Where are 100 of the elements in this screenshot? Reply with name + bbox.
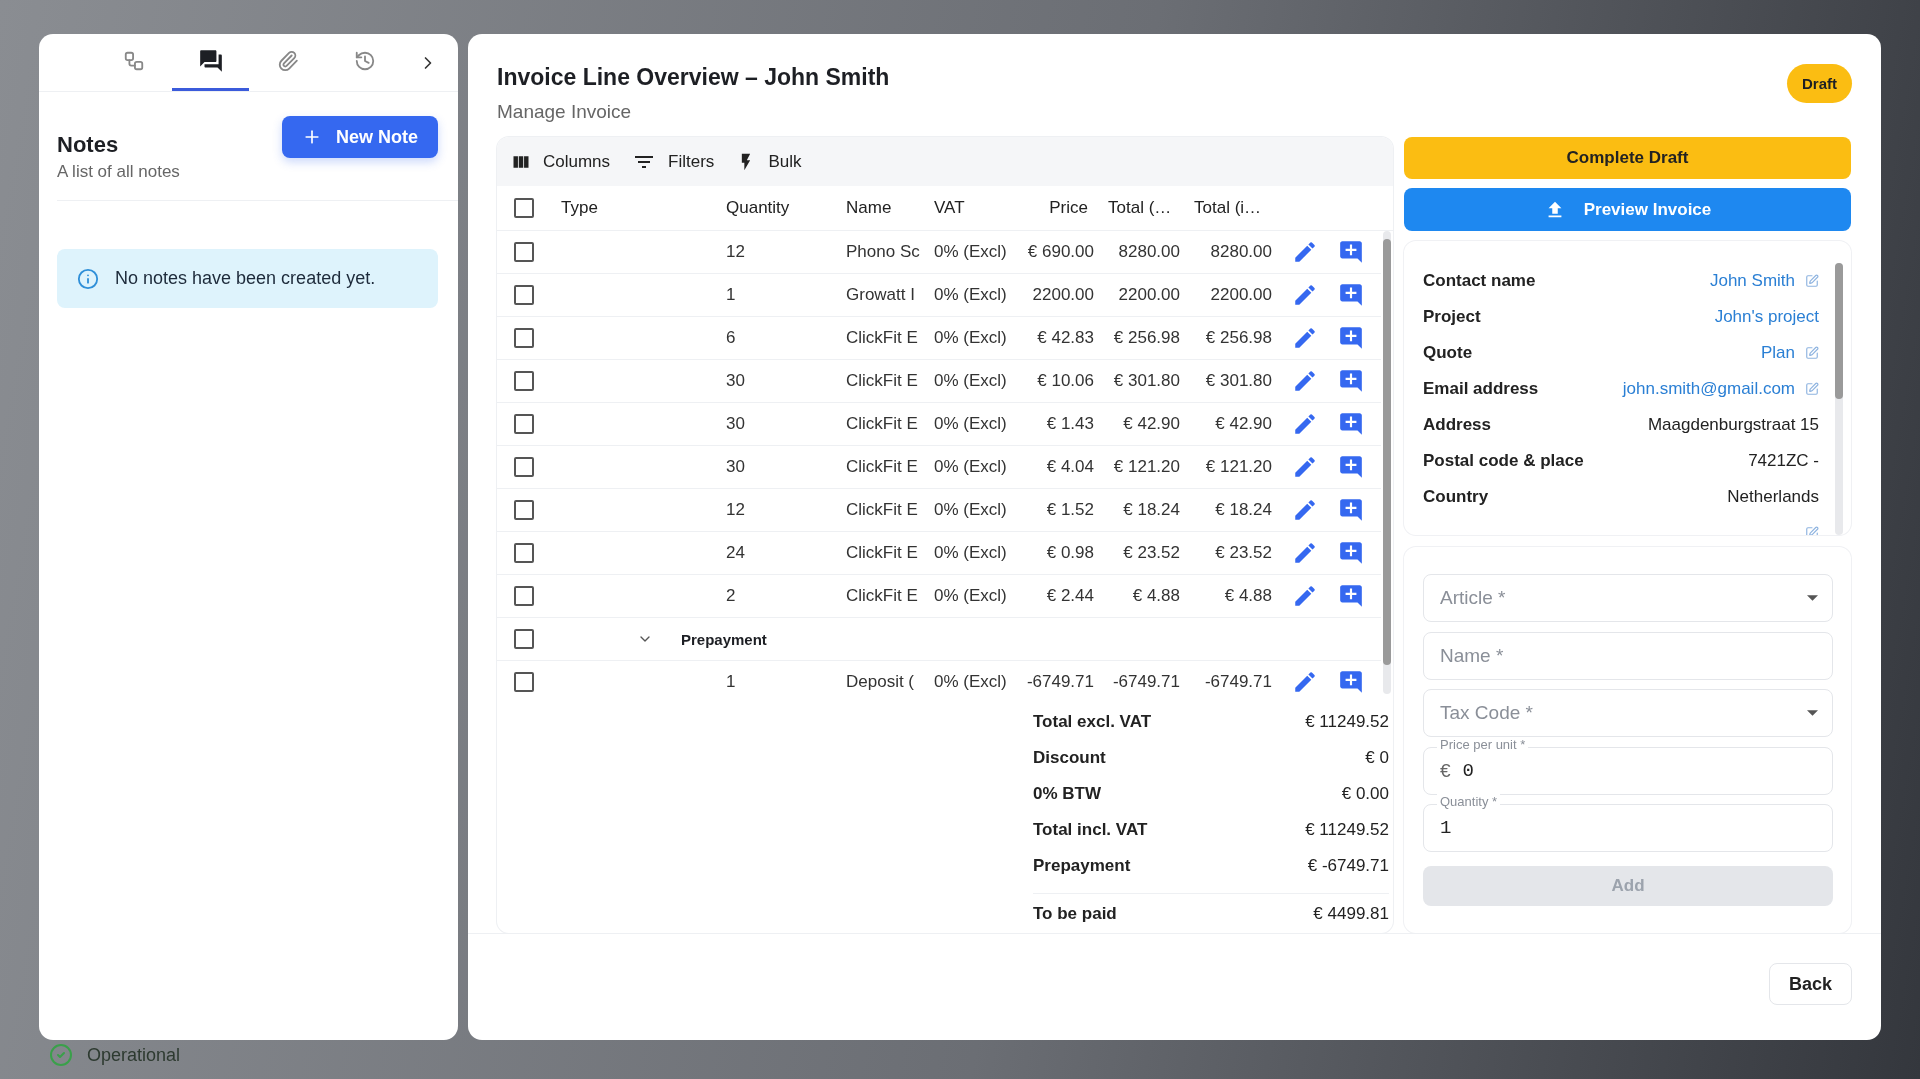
detail-value: 7421ZC - [1748,451,1819,471]
toolbar-button[interactable]: Filters [632,149,715,174]
table-cell-text: € 0.98 [1045,543,1095,563]
add-comment-button[interactable] [1338,282,1364,308]
table-cell-text: € 301.80 [1112,371,1181,391]
new-note-button[interactable]: New Note [282,116,438,158]
total-value: € 11249.52 [1305,820,1389,840]
scrollbar[interactable] [1383,231,1391,694]
edit-button[interactable] [1292,368,1318,394]
pencil-icon [1292,282,1318,308]
table-cell-text: ClickFit E [845,414,919,434]
add-comment-icon [1338,282,1364,308]
detail-label: Email address [1423,379,1539,399]
add-comment-button[interactable] [1338,454,1364,480]
table-cell-text: 30 [725,457,746,477]
row-checkbox[interactable] [514,586,534,606]
row-checkbox[interactable] [514,629,534,649]
select-all-checkbox[interactable] [514,198,534,218]
table-cell-text: 1 [725,672,737,692]
column-header[interactable]: Name [836,198,924,218]
status-text: Operational [87,1044,181,1066]
table-cell-text: 0% (Excl) [933,414,1008,434]
add-comment-button[interactable] [1338,239,1364,265]
column-header[interactable]: Total (i… [1184,198,1276,218]
add-comment-button[interactable] [1338,583,1364,609]
table-cell-text: 0% (Excl) [933,457,1008,477]
edit-button[interactable] [1292,454,1318,480]
paperclip-icon [276,50,299,72]
chat-icon [197,48,224,74]
column-header[interactable]: Quantity [716,198,836,218]
edit-button[interactable] [1292,497,1318,523]
column-header[interactable]: Type [551,198,716,218]
table-cell-text: € 42.83 [1036,328,1095,348]
add-comment-button[interactable] [1338,497,1364,523]
edit-button[interactable] [1292,540,1318,566]
row-checkbox[interactable] [514,285,534,305]
add-comment-button[interactable] [1338,411,1364,437]
table-cell-text: 30 [725,371,746,391]
alert-text: No notes have been created yet. [115,268,376,289]
edit-button[interactable] [1292,282,1318,308]
table-cell-text: 8280.00 [1209,242,1273,262]
pencil-icon [1292,583,1318,609]
table-cell-text: 24 [725,543,746,563]
column-header[interactable]: VAT [924,198,1016,218]
toolbar-button[interactable]: Columns [511,151,611,172]
table-cell-text: € 4.04 [1045,457,1095,477]
edit-button[interactable] [1292,239,1318,265]
toolbar-button[interactable]: Bulk [736,151,802,172]
add-comment-button[interactable] [1338,669,1364,694]
table-cell-text: 0% (Excl) [933,672,1008,692]
table-cell-text: € 18.24 [1122,500,1181,520]
table-cell-text: 2 [725,586,737,606]
table-cell-text: ClickFit E [845,371,919,391]
detail-label: Address [1423,415,1492,435]
row-checkbox[interactable] [514,414,534,434]
table-cell-text: € 1.43 [1045,414,1095,434]
detail-link[interactable]: John's project [1714,307,1819,327]
row-checkbox[interactable] [514,672,534,692]
table-cell-text: € 121.20 [1112,457,1181,477]
preview-invoice-button[interactable]: Preview Invoice [1404,188,1851,231]
edit-button[interactable] [1292,325,1318,351]
row-checkbox[interactable] [514,500,534,520]
table-cell-text: 0% (Excl) [933,285,1008,305]
group-label: Prepayment [681,630,767,648]
table-cell-text: ClickFit E [845,586,919,606]
detail-label: Quote [1423,343,1473,363]
detail-link[interactable]: Plan [1760,343,1795,363]
scrollbar[interactable] [1835,263,1843,535]
row-checkbox[interactable] [514,328,534,348]
row-checkbox[interactable] [514,543,534,563]
total-label: 0% BTW [1033,784,1101,804]
back-button[interactable]: Back [1768,963,1852,1005]
table-cell-text: 0% (Excl) [933,500,1008,520]
table-cell-text: € 1.52 [1045,500,1095,520]
table-cell-text: € 121.20 [1204,457,1273,477]
complete-draft-button[interactable]: Complete Draft [1404,137,1851,179]
pencil-icon [1292,669,1318,694]
pencil-icon [1292,368,1318,394]
table-cell-text: ClickFit E [845,500,919,520]
edit-button[interactable] [1292,583,1318,609]
column-header[interactable]: Total (… [1098,198,1184,218]
table-cell-text: -6749.71 [1111,672,1181,692]
detail-link[interactable]: john.smith@gmail.com [1622,379,1795,399]
table-cell-text: € 4.88 [1131,586,1181,606]
add-comment-icon [1338,411,1364,437]
column-header[interactable]: Price [1016,198,1098,218]
add-comment-button[interactable] [1338,368,1364,394]
edit-button[interactable] [1292,411,1318,437]
edit-button[interactable] [1292,669,1318,694]
table-cell-text: € 18.24 [1214,500,1273,520]
field-label: Quantity * [1437,794,1501,809]
table-cell-text: 12 [725,242,746,262]
row-checkbox[interactable] [514,371,534,391]
add-comment-button[interactable] [1338,540,1364,566]
row-checkbox[interactable] [514,242,534,262]
add-comment-button[interactable] [1338,325,1364,351]
status-badge: Draft [1787,64,1852,103]
detail-link[interactable]: John Smith [1709,271,1795,291]
row-checkbox[interactable] [514,457,534,477]
table-cell-text: € 690.00 [1026,242,1095,262]
